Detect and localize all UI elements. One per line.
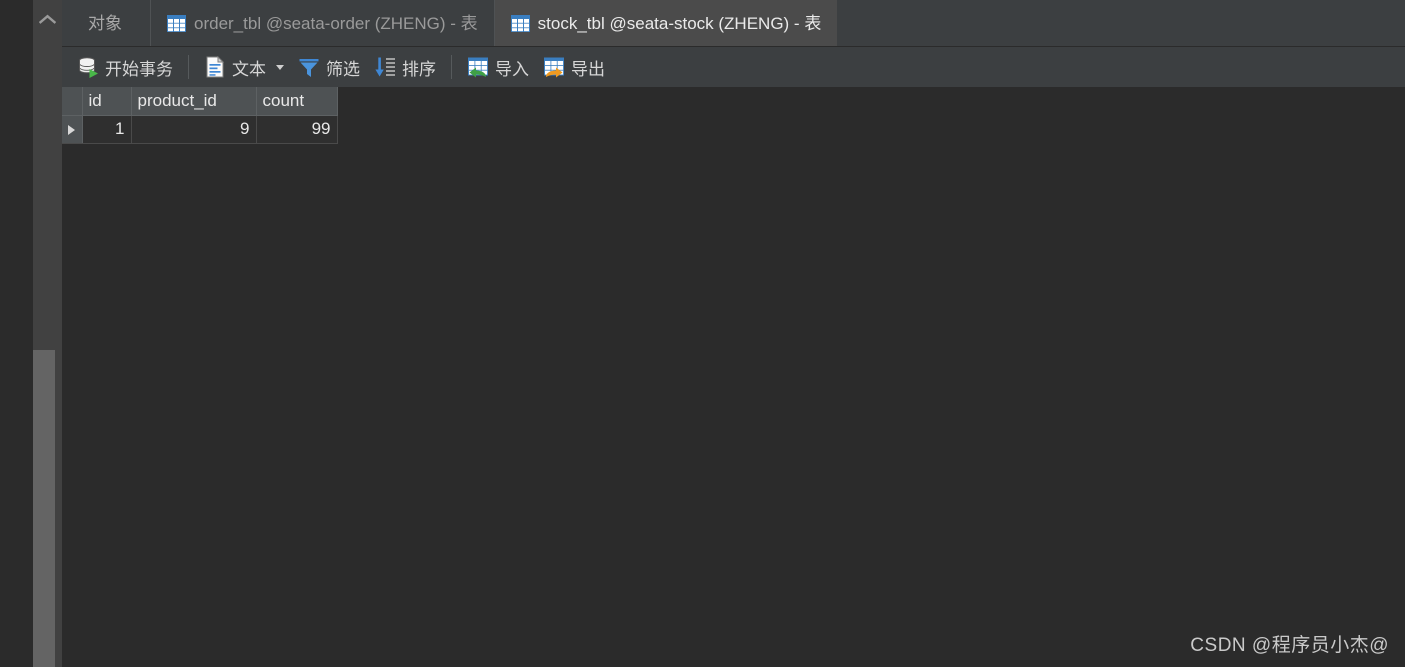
cell-count[interactable]: 99 [256, 115, 338, 144]
export-button-label: 导出 [571, 59, 605, 79]
filter-funnel-icon [298, 56, 320, 78]
import-button-label: 导入 [495, 59, 529, 79]
app-window: 对象 order_tbl @seata-order (ZHENG) - 表 st… [0, 0, 1405, 667]
filter-button-label: 筛选 [326, 59, 360, 79]
import-button[interactable]: 导入 [460, 52, 536, 82]
tab-order-tbl[interactable]: order_tbl @seata-order (ZHENG) - 表 [151, 0, 495, 46]
column-header-id[interactable]: id [82, 87, 132, 116]
column-header-product-id[interactable]: product_id [131, 87, 257, 116]
export-button[interactable]: 导出 [536, 52, 612, 82]
table-row[interactable]: 1 9 99 [62, 115, 338, 144]
table-icon [510, 14, 530, 32]
chevron-down-icon[interactable] [276, 64, 284, 70]
current-row-marker-icon [68, 124, 76, 135]
panel-scroll-thumb[interactable] [33, 350, 55, 667]
toolbar: 开始事务 文本 筛选 排序 导入 导出 [62, 47, 1405, 87]
collapsed-side-panel [33, 0, 62, 667]
export-grid-icon [543, 56, 565, 78]
tab-object-label: 对象 [88, 13, 122, 33]
import-grid-icon [467, 56, 489, 78]
watermark: CSDN @程序员小杰@ [1190, 635, 1389, 656]
toolbar-separator [451, 55, 452, 79]
tab-label: stock_tbl @seata-stock (ZHENG) - 表 [537, 13, 822, 33]
table-icon [167, 14, 186, 32]
text-document-icon [204, 56, 226, 78]
tab-object[interactable]: 对象 [62, 0, 151, 46]
chevron-up-icon [39, 14, 56, 25]
filter-button[interactable]: 筛选 [291, 52, 367, 82]
data-grid[interactable]: id product_id count 1 9 99 [62, 87, 338, 144]
tab-label: order_tbl @seata-order (ZHENG) - 表 [194, 13, 478, 33]
database-play-icon [77, 56, 99, 78]
tab-bar: 对象 order_tbl @seata-order (ZHENG) - 表 st… [62, 0, 1405, 47]
cell-product-id[interactable]: 9 [131, 115, 257, 144]
column-header-count[interactable]: count [256, 87, 338, 116]
text-button[interactable]: 文本 [197, 52, 291, 82]
sort-button[interactable]: 排序 [367, 52, 443, 82]
sort-descending-icon [374, 56, 396, 78]
cell-id[interactable]: 1 [82, 115, 132, 144]
row-header-corner [62, 87, 83, 116]
toolbar-separator [188, 55, 189, 79]
tab-stock-tbl[interactable]: stock_tbl @seata-stock (ZHENG) - 表 [494, 0, 838, 46]
begin-transaction-button[interactable]: 开始事务 [70, 52, 180, 82]
sidebar-collapse-button[interactable] [33, 0, 62, 38]
sort-button-label: 排序 [402, 59, 436, 79]
text-button-label: 文本 [232, 59, 266, 79]
row-indicator-cell[interactable] [62, 115, 83, 144]
begin-transaction-label: 开始事务 [105, 59, 173, 79]
left-gutter [0, 0, 33, 667]
grid-header-row: id product_id count [62, 87, 338, 116]
